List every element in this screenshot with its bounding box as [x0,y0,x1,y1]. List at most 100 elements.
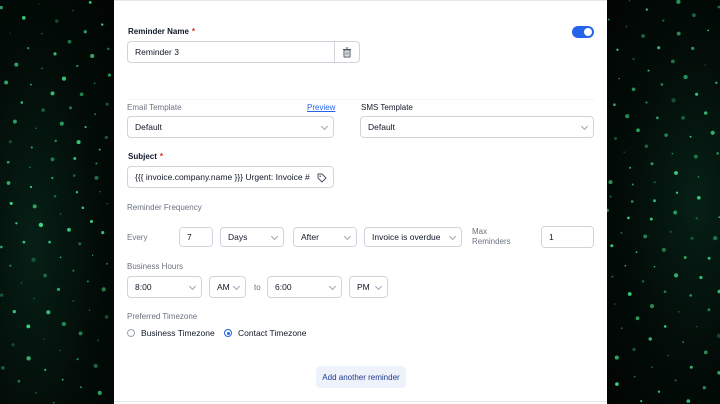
chevron-down-icon [448,232,457,241]
background-dot [88,1,92,4]
background-dot [710,130,715,135]
background-dot [682,341,684,343]
background-dot [31,257,36,262]
background-dot [613,136,618,141]
background-dot [686,399,691,403]
background-dot [632,347,636,352]
background-dot [105,102,109,106]
background-dot [84,126,87,129]
background-dot [618,77,620,80]
background-dot [72,174,76,177]
background-dot [81,206,85,210]
delete-reminder-button[interactable] [334,41,360,63]
frequency-timing-select[interactable]: After [293,227,357,247]
background-dot [50,91,55,96]
background-dot [677,310,680,313]
business-timezone-radio[interactable] [127,329,135,337]
background-dot [609,195,612,198]
background-dot [30,146,33,149]
background-dot [627,216,630,220]
background-dot [97,339,100,342]
background-dot [683,255,687,260]
add-another-reminder-button[interactable]: Add another reminder [316,366,406,388]
background-dot [14,62,19,67]
background-dot [0,293,4,297]
background-dot [649,217,653,221]
max-reminders-label-line1: Max [472,227,488,236]
dot-pattern-left [0,1,111,404]
background-dot [0,245,3,249]
background-dot [53,194,57,198]
panel-top-border [114,0,607,1]
background-dot [8,140,12,144]
email-template-select[interactable]: Default [127,116,334,138]
background-dot [673,273,679,278]
start-time-select[interactable]: 8:00 [127,276,202,298]
business-timezone-option[interactable]: Business Timezone [127,328,215,338]
start-time-value: 8:00 [135,282,152,292]
background-dot [20,282,23,284]
background-dot [59,256,62,259]
trash-icon [343,47,351,57]
background-dot [643,234,648,239]
reminder-name-input[interactable]: Reminder 3 [127,41,349,63]
background-dot [632,57,635,61]
background-dot [83,30,87,34]
preview-link[interactable]: Preview [307,103,335,112]
contact-timezone-option[interactable]: Contact Timezone [224,328,307,338]
sms-template-value: Default [368,122,395,132]
background-dot [94,113,97,116]
background-left [0,0,114,404]
background-dot [101,287,106,292]
background-dot [703,350,708,355]
background-dot [76,140,81,145]
start-period-select[interactable]: AM [209,276,246,298]
background-dot [78,331,83,336]
reminder-frequency-label: Reminder Frequency [127,203,202,212]
frequency-trigger-select[interactable]: Invoice is overdue [364,227,462,247]
background-dot [696,326,698,328]
background-dot [6,160,10,164]
background-dot [54,19,59,23]
end-time-value: 6:00 [275,282,292,292]
background-dot [715,81,718,85]
chevron-down-icon [374,282,383,291]
frequency-count-input[interactable]: 7 [179,227,213,247]
background-dot [61,378,64,381]
background-dot [90,54,95,58]
background-dot [624,264,627,267]
background-dot [634,376,636,378]
background-dot [674,379,677,382]
background-dot [640,400,643,403]
chevron-down-icon [343,232,352,241]
section-divider [127,99,594,100]
contact-timezone-radio[interactable] [224,329,232,337]
max-reminders-input[interactable]: 1 [541,226,594,248]
background-dot [59,121,64,126]
end-period-select[interactable]: PM [349,276,388,298]
background-dot [4,80,9,85]
background-dot [52,401,55,404]
background-dot [79,386,82,389]
background-dot [611,275,614,278]
background-dot [56,287,61,292]
reminder-enabled-toggle[interactable] [572,26,594,38]
background-dot [87,280,89,283]
background-dot [94,175,99,180]
email-template-label: Email Template [127,103,182,112]
background-dot [629,166,632,169]
background-dot [48,240,51,244]
sms-template-select[interactable]: Default [360,116,594,138]
background-dot [653,180,656,184]
end-time-select[interactable]: 6:00 [267,276,342,298]
background-dot [625,114,630,119]
background-dot [41,108,45,112]
background-dot [98,148,101,151]
background-dot [671,98,676,103]
tag-icon[interactable] [317,173,327,183]
frequency-unit-select[interactable]: Days [220,227,284,247]
background-dot [88,309,91,311]
background-dot [72,269,75,272]
background-dot [59,213,62,215]
subject-input[interactable]: {{{ invoice.company.name }}} Urgent: Inv… [127,166,334,188]
